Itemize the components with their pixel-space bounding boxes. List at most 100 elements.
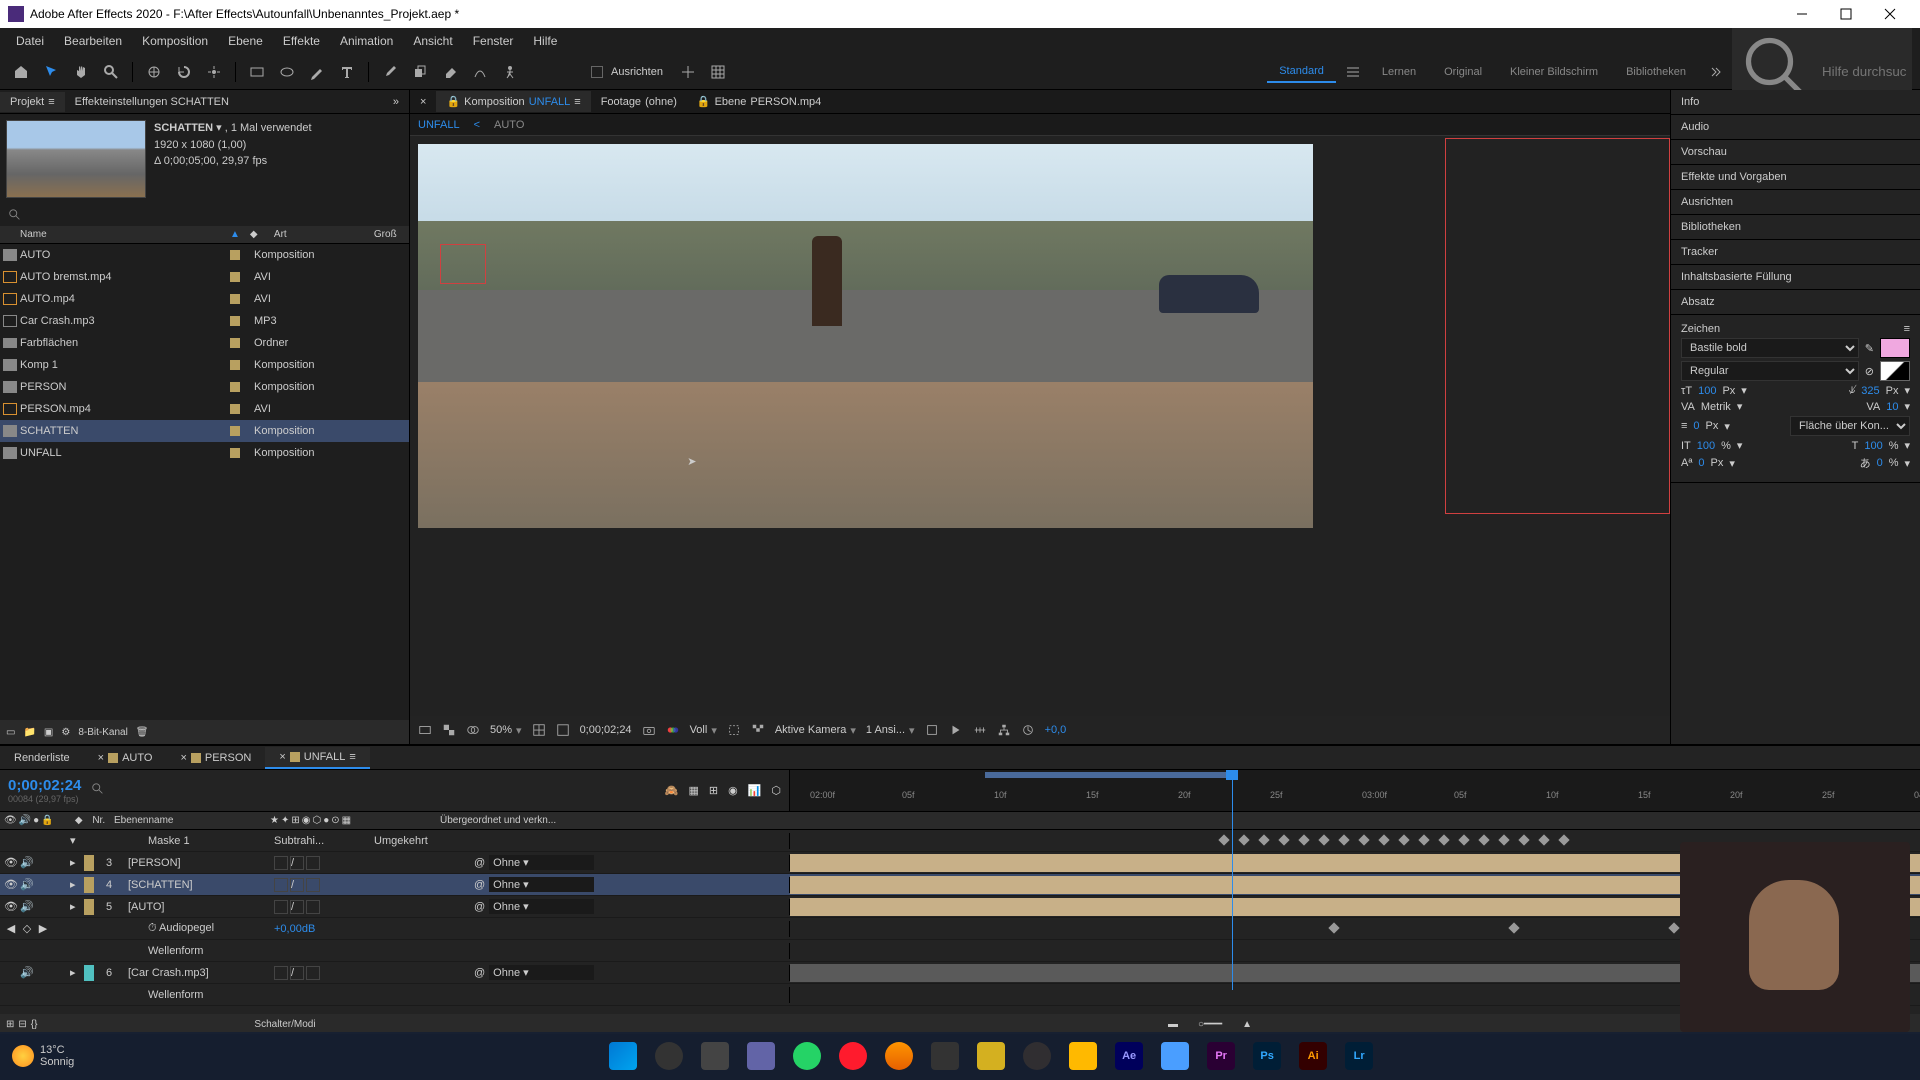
new-folder-icon[interactable]: 📁 (23, 727, 35, 738)
tracking-value[interactable]: 10 (1886, 401, 1898, 413)
project-item[interactable]: UNFALL Komposition (0, 442, 409, 464)
active-camera-dropdown[interactable]: Aktive Kamera (775, 724, 856, 737)
twirl-icon[interactable]: ▸ (70, 879, 76, 891)
vscale-value[interactable]: 100 (1697, 440, 1715, 452)
tl-motion-blur-icon[interactable]: ◉ (728, 784, 738, 797)
taskbar-premiere[interactable]: Pr (1201, 1036, 1241, 1076)
clone-tool[interactable] (407, 59, 433, 85)
comp-viewer-tab[interactable]: 🔒 Komposition UNFALL ≡ (436, 91, 590, 112)
minimize-button[interactable] (1780, 0, 1824, 28)
taskbar-after-effects[interactable]: Ae (1109, 1036, 1149, 1076)
eyedropper-icon[interactable]: ✎ (1865, 342, 1874, 355)
stroke-color-swatch[interactable] (1880, 361, 1910, 381)
snapshot-icon[interactable] (642, 723, 656, 737)
new-comp-icon[interactable]: ▣ (44, 727, 53, 738)
font-size-value[interactable]: 100 (1698, 385, 1716, 397)
timeline-layer-row[interactable]: Wellenform (0, 940, 1920, 962)
taskbar-weather[interactable]: 13°C Sonnig (12, 1044, 74, 1068)
fast-preview-icon[interactable] (949, 723, 963, 737)
taskbar-illustrator[interactable]: Ai (1293, 1036, 1333, 1076)
timeline-layer-row[interactable]: Wellenform (0, 984, 1920, 1006)
task-view[interactable] (695, 1036, 735, 1076)
label-color[interactable] (230, 426, 240, 436)
effect-controls-tab[interactable]: Effekteinstellungen SCHATTEN (65, 92, 239, 112)
brush-tool[interactable] (377, 59, 403, 85)
video-toggle[interactable]: 👁 (4, 856, 18, 870)
timeline-layer-row[interactable]: 🔊▸6[Car Crash.mp3]/@Ohne ▾ (0, 962, 1920, 984)
video-toggle[interactable]: 👁 (4, 900, 18, 914)
taskbar-whatsapp[interactable] (787, 1036, 827, 1076)
layer-switch[interactable] (274, 878, 288, 892)
snap-grid-icon[interactable] (705, 59, 731, 85)
timeline-layer-row[interactable]: 👁🔊▸3[PERSON]/@Ohne ▾ (0, 852, 1920, 874)
layer-switch[interactable] (306, 856, 320, 870)
roto-tool[interactable] (467, 59, 493, 85)
channel-icon[interactable] (666, 723, 680, 737)
audio-toggle[interactable]: 🔊 (20, 900, 34, 914)
maximize-button[interactable] (1824, 0, 1868, 28)
footage-viewer-tab[interactable]: Footage (ohne) (591, 92, 687, 112)
layer-switch[interactable]: / (290, 966, 304, 980)
tl-draft3d-icon[interactable]: ▦ (688, 784, 698, 797)
taskbar-opera[interactable] (833, 1036, 873, 1076)
layer-color[interactable] (84, 921, 94, 937)
project-item[interactable]: PERSON.mp4 AVI (0, 398, 409, 420)
menu-item[interactable]: Hilfe (523, 30, 567, 52)
layer-color[interactable] (84, 855, 94, 871)
tl-tab-person[interactable]: × PERSON (166, 748, 265, 768)
panel-preview[interactable]: Vorschau (1671, 140, 1920, 165)
timeline-icon[interactable] (973, 723, 987, 737)
hscale-value[interactable]: 100 (1864, 440, 1882, 452)
hand-tool[interactable] (68, 59, 94, 85)
eraser-tool[interactable] (437, 59, 463, 85)
project-item[interactable]: PERSON Komposition (0, 376, 409, 398)
transparency-grid-icon[interactable] (442, 723, 456, 737)
panel-info[interactable]: Info (1671, 90, 1920, 115)
timeline-timecode[interactable]: 0;00;02;24 (8, 777, 81, 794)
close-button[interactable] (1868, 0, 1912, 28)
tl-frame-blend-icon[interactable]: ⊞ (709, 784, 718, 797)
workspace-overflow-icon[interactable] (1702, 59, 1728, 85)
twirl-icon[interactable]: ▾ (70, 835, 76, 847)
workspace-libraries[interactable]: Bibliotheken (1614, 62, 1698, 82)
flowchart-icon[interactable] (997, 723, 1011, 737)
property-value[interactable]: +0,00dB (274, 923, 374, 935)
timeline-search[interactable] (91, 782, 654, 799)
tl-tab-unfall[interactable]: × UNFALL ≡ (265, 747, 369, 769)
transparency-icon[interactable] (751, 723, 765, 737)
zoom-dropdown[interactable]: 50% (490, 724, 522, 737)
pixel-aspect-icon[interactable] (925, 723, 939, 737)
workspace-learn[interactable]: Lernen (1370, 62, 1428, 82)
parent-dropdown[interactable]: Ohne ▾ (489, 877, 594, 892)
stroke-value[interactable]: 0 (1693, 420, 1699, 432)
taskbar-app3[interactable] (1155, 1036, 1195, 1076)
tl-tab-auto[interactable]: × AUTO (84, 748, 167, 768)
layer-color[interactable] (84, 987, 94, 1003)
audio-toggle[interactable]: 🔊 (20, 878, 34, 892)
work-area-bar[interactable] (985, 772, 1235, 778)
taskbar-app[interactable] (925, 1036, 965, 1076)
resolution-dropdown[interactable]: Voll (690, 724, 717, 737)
col-layer-name[interactable]: Ebenenname (110, 815, 270, 826)
panel-audio[interactable]: Audio (1671, 115, 1920, 140)
layer-switch[interactable] (274, 856, 288, 870)
tl-graph-icon[interactable]: 📊 (748, 784, 762, 797)
col-type[interactable]: Art (274, 229, 374, 240)
label-color[interactable] (230, 272, 240, 282)
panel-libraries[interactable]: Bibliotheken (1671, 215, 1920, 240)
label-color[interactable] (230, 448, 240, 458)
project-item[interactable]: Farbflächen Ordner (0, 332, 409, 354)
type-tool[interactable] (334, 59, 360, 85)
font-style-dropdown[interactable]: Regular (1681, 361, 1859, 381)
rectangle-tool[interactable] (244, 59, 270, 85)
audio-toggle[interactable]: 🔊 (20, 856, 34, 870)
pan-behind-tool[interactable] (201, 59, 227, 85)
audio-toggle[interactable]: 🔊 (20, 966, 34, 980)
project-item[interactable]: AUTO.mp4 AVI (0, 288, 409, 310)
kerning-value[interactable]: Metrik (1701, 401, 1731, 413)
layer-switch[interactable] (306, 900, 320, 914)
no-fill-icon[interactable]: ⊘ (1865, 365, 1874, 378)
taskbar-lightroom[interactable]: Lr (1339, 1036, 1379, 1076)
workspace-small[interactable]: Kleiner Bildschirm (1498, 62, 1610, 82)
panel-overflow-icon[interactable]: » (383, 92, 409, 112)
